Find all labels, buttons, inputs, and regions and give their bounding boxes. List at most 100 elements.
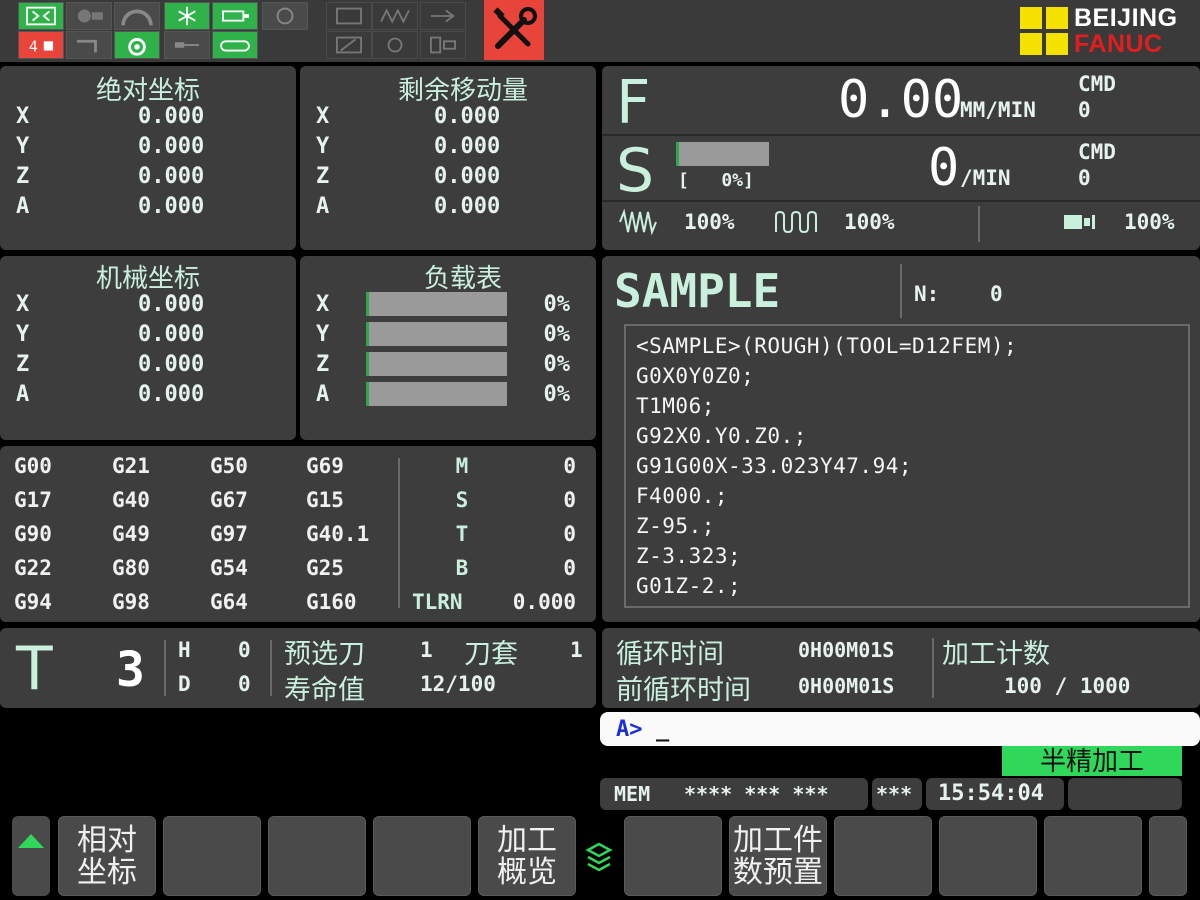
gcode-cell: G97 — [210, 522, 248, 546]
arrow-icon — [420, 2, 466, 30]
tool-number: 3 — [116, 642, 145, 698]
softkey-label: 加工 概览 — [497, 823, 557, 890]
modal-gcode-panel: G00 G21 G50 G69 G17 G40 G67 G15 G90 G49 G97 G40.1 G2… — [0, 446, 596, 622]
divider — [270, 640, 272, 696]
code-label: B — [455, 556, 469, 580]
divider — [164, 640, 166, 696]
gcode-cell: G160 — [306, 590, 357, 614]
program-listing[interactable]: <SAMPLE>(ROUGH)(TOOL=D12FEM); G0X0Y0Z0; T1… — [624, 324, 1190, 608]
axis-value: 0.000 — [434, 104, 501, 129]
divider — [978, 206, 980, 242]
axis-label: A — [16, 194, 30, 219]
status-stars2: *** — [876, 782, 913, 806]
h-label: H — [178, 638, 191, 662]
axis-value: 0.000 — [434, 194, 501, 219]
program-line: G91G00X-33.023Y47.94; — [636, 454, 913, 478]
part-count-label: 加工计数 — [942, 639, 1050, 670]
softkey-button[interactable] — [373, 816, 471, 896]
spindle-letter: S — [616, 136, 655, 206]
program-line: F4000.; — [636, 484, 729, 508]
absolute-title: 绝对坐标 — [95, 76, 200, 106]
tool-info-panel: T 3 H 0 D 0 预选刀 1 刀套 1 寿命值 12/100 — [0, 628, 596, 708]
axis-value: 0.000 — [138, 382, 205, 407]
coolant-icon — [66, 2, 112, 30]
feed-unit: MM/MIN — [960, 98, 1036, 122]
gcode-cell: G25 — [306, 556, 344, 580]
remaining-title: 剩余移动量 — [397, 76, 528, 106]
code-label: T — [455, 522, 469, 546]
softkey-button[interactable] — [163, 816, 261, 896]
gcode-cell: G90 — [14, 522, 52, 546]
axis-label: A — [316, 382, 330, 407]
softkey-button[interactable] — [1044, 816, 1142, 896]
faucet-icon — [66, 31, 112, 59]
axis-value: 0.000 — [434, 134, 501, 159]
reset-icon — [372, 31, 418, 59]
input-prompt: A> — [616, 717, 643, 742]
brand-line1: BEIJING — [1074, 4, 1178, 32]
gcode-cell: G54 — [210, 556, 248, 580]
pocket-label: 刀套 — [464, 639, 518, 670]
triangle-up-icon — [18, 834, 44, 848]
code-value: 0 — [563, 556, 576, 580]
softkey-prev-button[interactable] — [12, 816, 50, 896]
code-value: 0 — [563, 522, 576, 546]
feed-override-value: 100% — [684, 210, 735, 234]
gcode-cell: G17 — [14, 488, 52, 512]
softkey-button[interactable]: 相对 坐标 — [58, 816, 156, 896]
softkey-button[interactable]: 加工 概览 — [478, 816, 576, 896]
axis-label: Y — [16, 322, 30, 347]
divider — [398, 458, 400, 608]
program-line: G01Z-2.; — [636, 574, 742, 598]
absolute-coord-panel: 绝对坐标 X 0.000 Y 0.000 Z 0.000 A 0.000 — [0, 66, 296, 250]
rapid-override-icon — [774, 208, 822, 236]
fanuc-logo-icon — [1020, 7, 1068, 55]
softkey-button[interactable] — [624, 816, 722, 896]
in-icon — [326, 2, 372, 30]
code-value: 0.000 — [512, 590, 576, 614]
layers-icon — [584, 838, 614, 874]
gcode-cell: G40.1 — [306, 522, 370, 546]
softkey-button[interactable] — [939, 816, 1037, 896]
gear-icon — [114, 31, 160, 59]
part-count-value: 100 / 1000 — [1004, 674, 1131, 698]
status-mode: MEM — [614, 782, 651, 806]
softkey-button[interactable] — [1149, 816, 1187, 896]
pocket-value: 1 — [570, 638, 583, 662]
axis-label: Z — [316, 352, 330, 377]
axis-label: X — [16, 292, 30, 317]
spindle-unit: /MIN — [960, 166, 1011, 190]
softkey-button[interactable]: 加工件 数预置 — [729, 816, 827, 896]
spindle-value: 0 — [928, 138, 960, 198]
maintenance-tools-icon[interactable] — [484, 0, 544, 60]
machine-title: 机械坐标 — [95, 264, 200, 294]
sequence-label: N: — [914, 282, 940, 306]
spindle-load-text: [ 0%] — [678, 170, 754, 191]
axis-value: 0.000 — [138, 322, 205, 347]
softkey-button[interactable] — [834, 816, 932, 896]
softkey-button[interactable] — [268, 816, 366, 896]
d-label: D — [178, 672, 191, 696]
axis-label: Y — [16, 134, 30, 159]
svg-text:4: 4 — [29, 38, 38, 56]
axis-value: 0.000 — [138, 104, 205, 129]
snowflake-icon — [164, 2, 210, 30]
program-line: <SAMPLE>(ROUGH)(TOOL=D12FEM); — [636, 334, 1018, 358]
program-panel: SAMPLE N: 0 <SAMPLE>(ROUGH)(TOOL=D12FEM)… — [602, 256, 1200, 622]
axis-value: 0.000 — [138, 292, 205, 317]
load-bar — [366, 292, 507, 316]
gcode-cell: G49 — [112, 522, 150, 546]
key-input-line[interactable]: A> _ — [600, 712, 1200, 746]
spindle-load-bar — [676, 142, 769, 166]
status-stars-box: *** — [872, 778, 922, 810]
load-percent: 0% — [543, 352, 571, 377]
code-label: S — [455, 488, 469, 512]
preselect-label: 预选刀 — [284, 639, 365, 670]
axis-label: Z — [16, 352, 30, 377]
divider — [602, 200, 1200, 202]
gcode-cell: G98 — [112, 590, 150, 614]
gcode-cell: G21 — [112, 454, 150, 478]
axis-label: X — [316, 104, 330, 129]
spindle-override-icon — [1062, 212, 1098, 232]
axis-label: Y — [316, 322, 330, 347]
